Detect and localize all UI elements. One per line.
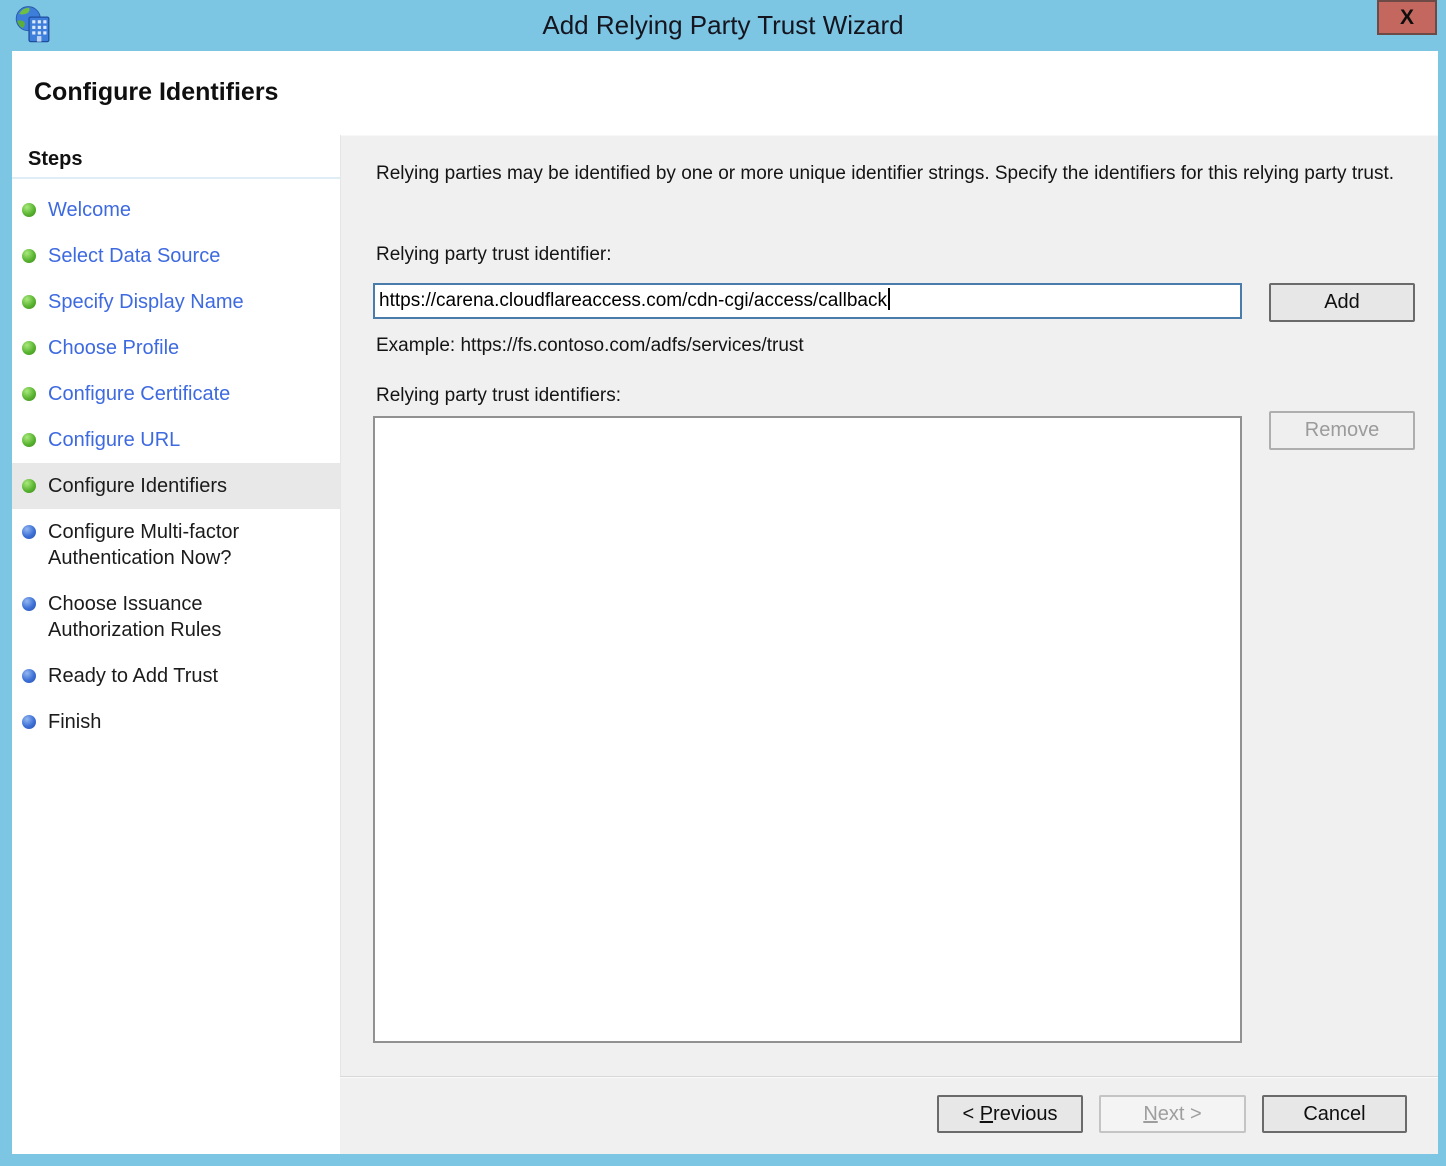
identifier-label: Relying party trust identifier: [376,244,612,266]
steps-heading: Steps [12,135,340,179]
cancel-button[interactable]: Cancel [1262,1095,1407,1133]
step-item-ready-to-add-trust: Ready to Add Trust [12,653,340,699]
page-title: Configure Identifiers [12,51,1438,107]
identifiers-listbox[interactable] [373,416,1242,1043]
step-bullet-done-icon [22,203,36,217]
page-header: Configure Identifiers [12,51,1438,135]
identifier-value: https://carena.cloudflareaccess.com/cdn-… [379,290,887,311]
identifier-input[interactable]: https://carena.cloudflareaccess.com/cdn-… [373,283,1242,319]
identifiers-list-label: Relying party trust identifiers: [376,385,621,407]
step-item-welcome[interactable]: Welcome [12,187,340,233]
example-text: Example: https://fs.contoso.com/adfs/ser… [376,335,804,357]
step-bullet-pending-icon [22,525,36,539]
step-bullet-pending-icon [22,715,36,729]
main-panel: Relying parties may be identified by one… [340,135,1438,1076]
step-item-configure-certificate[interactable]: Configure Certificate [12,371,340,417]
step-item-configure-multi-factor-authentication-now: Configure Multi-factor Authentication No… [12,509,340,581]
step-bullet-done-icon [22,295,36,309]
step-bullet-done-icon [22,387,36,401]
step-bullet-done-icon [22,433,36,447]
step-item-select-data-source[interactable]: Select Data Source [12,233,340,279]
step-label: Configure URL [48,427,180,453]
step-item-configure-url[interactable]: Configure URL [12,417,340,463]
step-label: Welcome [48,197,131,223]
steps-sidebar: Steps Welcome Select Data Source Specify D… [12,135,340,1154]
wizard-window: Add Relying Party Trust Wizard X Configu… [0,0,1446,1166]
step-bullet-done-icon [22,249,36,263]
add-button[interactable]: Add [1269,283,1415,322]
step-item-finish: Finish [12,699,340,745]
step-bullet-pending-icon [22,597,36,611]
step-bullet-done-icon [22,479,36,493]
steps-list: Welcome Select Data Source Specify Display… [12,179,340,745]
text-caret [888,288,890,310]
titlebar: Add Relying Party Trust Wizard X [0,0,1446,51]
footer-bar: < Previous Next > Cancel [340,1076,1438,1154]
step-item-configure-identifiers: Configure Identifiers [12,463,340,509]
step-label: Configure Identifiers [48,473,227,499]
next-button[interactable]: Next > [1099,1095,1246,1133]
step-item-choose-issuance-authorization-rules: Choose Issuance Authorization Rules [12,581,340,653]
step-item-choose-profile[interactable]: Choose Profile [12,325,340,371]
remove-button[interactable]: Remove [1269,411,1415,450]
step-bullet-done-icon [22,341,36,355]
intro-text: Relying parties may be identified by one… [376,160,1398,188]
step-item-specify-display-name[interactable]: Specify Display Name [12,279,340,325]
step-label: Configure Multi-factor Authentication No… [48,519,300,571]
step-label: Ready to Add Trust [48,663,218,689]
step-label: Choose Issuance Authorization Rules [48,591,300,643]
step-label: Finish [48,709,101,735]
step-label: Select Data Source [48,243,220,269]
step-label: Choose Profile [48,335,179,361]
step-bullet-pending-icon [22,669,36,683]
close-button[interactable]: X [1377,0,1437,35]
step-label: Specify Display Name [48,289,244,315]
previous-button[interactable]: < Previous [937,1095,1083,1133]
step-label: Configure Certificate [48,381,230,407]
window-title: Add Relying Party Trust Wizard [0,0,1446,51]
